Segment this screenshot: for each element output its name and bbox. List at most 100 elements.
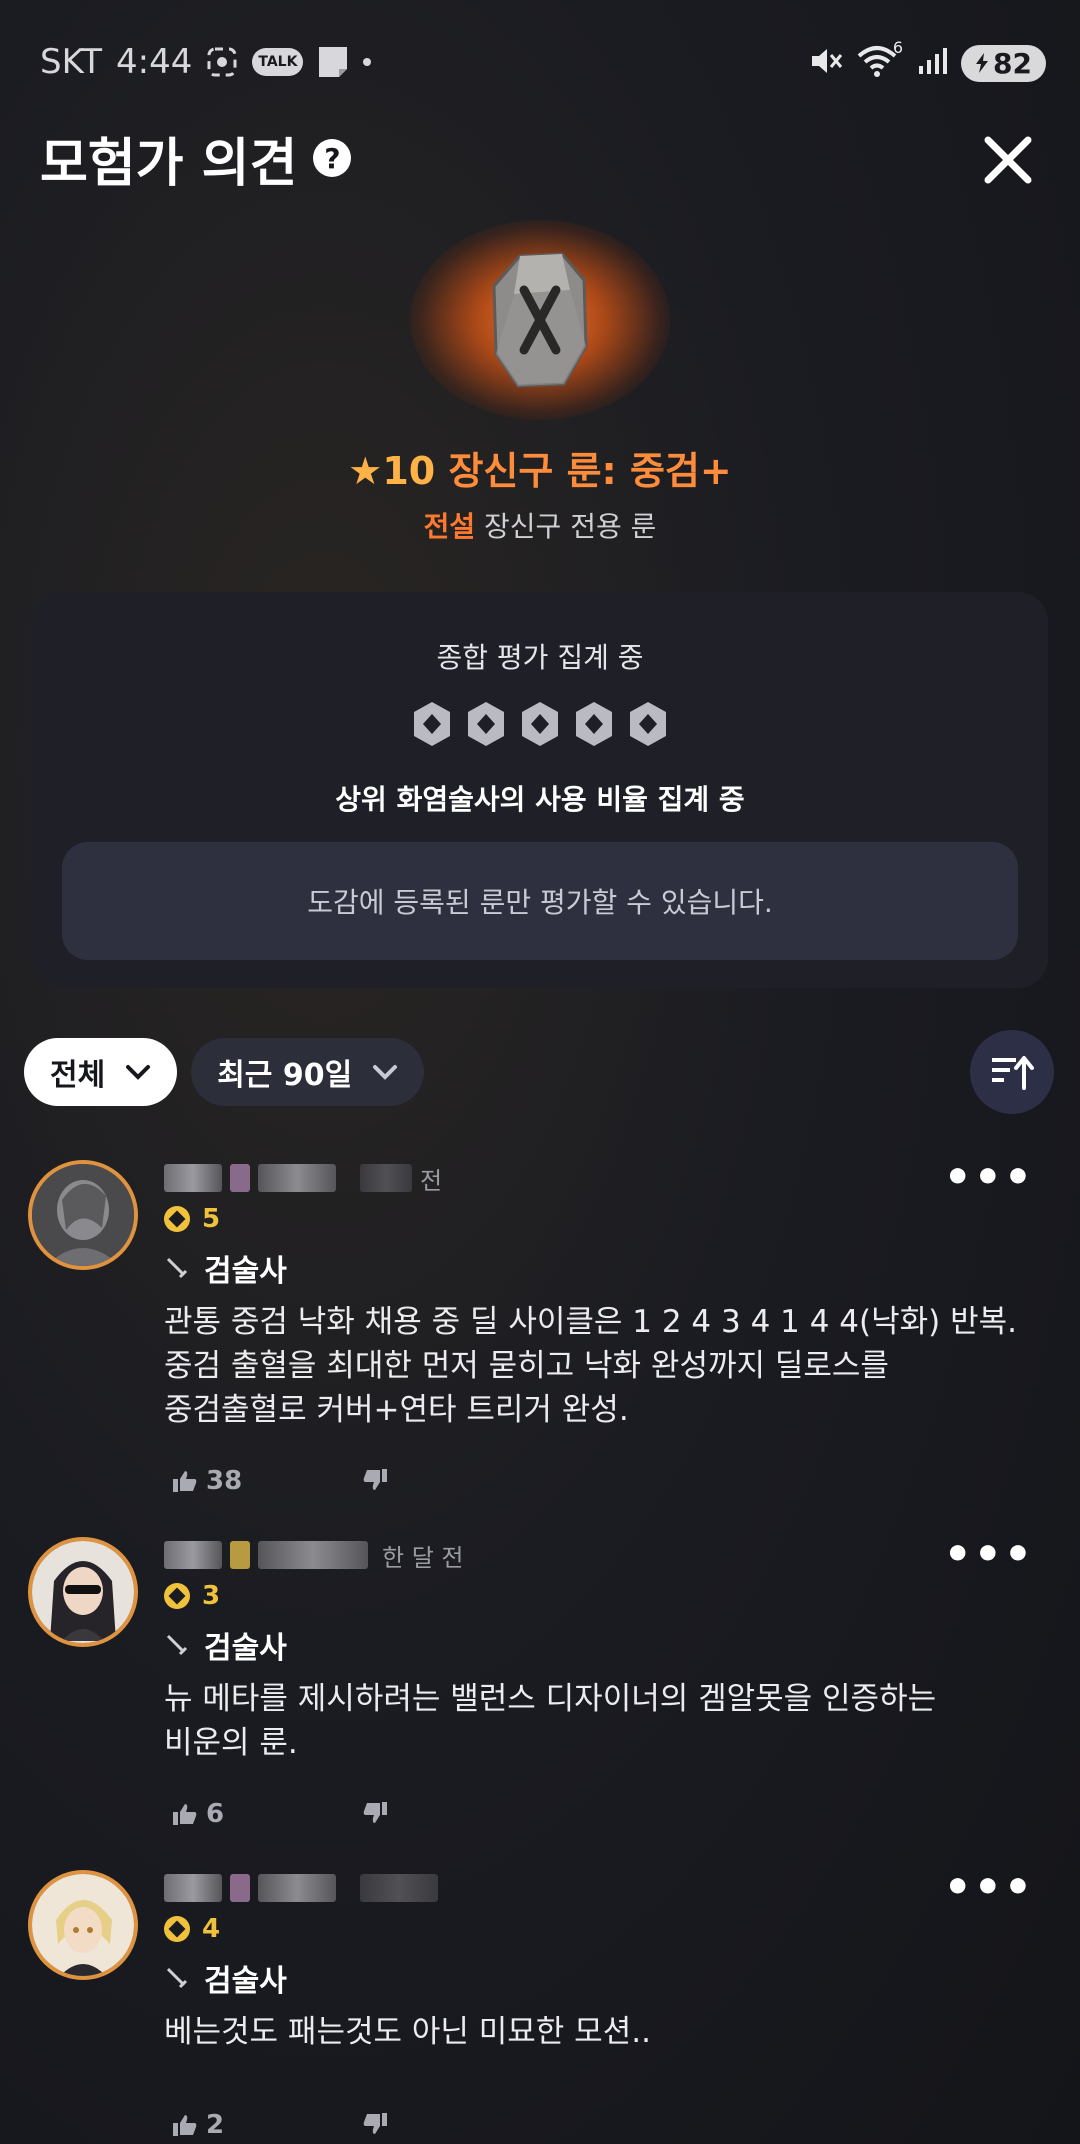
thumbs-down-icon bbox=[363, 1802, 387, 1823]
close-button[interactable] bbox=[980, 132, 1036, 188]
rating-hex-icon bbox=[630, 702, 666, 746]
comment-text: 베는것도 패는것도 아닌 미묘한 모션.. bbox=[164, 2014, 651, 2050]
class-label: 검술사 bbox=[204, 1254, 287, 1289]
like-count: 2 bbox=[206, 2110, 225, 2140]
thumbs-up-icon bbox=[173, 2115, 197, 2136]
item-subtitle: 전설 장신구 전용 룬 bbox=[0, 505, 1080, 545]
level-icon bbox=[164, 1583, 190, 1609]
filter-bar: 전체 최근 90일 bbox=[24, 1038, 425, 1106]
dislike-button[interactable] bbox=[362, 2112, 388, 2136]
status-left: SKT 4:44 TALK bbox=[40, 42, 372, 82]
user-level: 3 bbox=[164, 1581, 220, 1611]
close-icon bbox=[984, 136, 1032, 184]
item-description: 장신구 전용 룬 bbox=[484, 510, 657, 543]
item-name: ★10 장신구 룬: 중검+ bbox=[0, 440, 1080, 495]
page-title: 모험가 의견 bbox=[40, 133, 298, 194]
sort-button[interactable] bbox=[970, 1030, 1054, 1114]
sort-icon bbox=[992, 1056, 1034, 1090]
username-blurred bbox=[164, 1164, 222, 1192]
date-blurred bbox=[360, 1164, 412, 1192]
comment-time: 한 달 전 bbox=[382, 1543, 464, 1572]
date-blurred bbox=[360, 1874, 438, 1902]
filter-period-dropdown[interactable]: 최근 90일 bbox=[191, 1038, 425, 1106]
comment-text: 관통 중검 낙화 채용 중 딜 사이클은 1 2 4 3 4 1 4 4(낙화)… bbox=[164, 1304, 1017, 1428]
item-rarity: 전설 bbox=[423, 510, 476, 543]
carrier-label: SKT bbox=[40, 42, 103, 82]
level-value: 4 bbox=[202, 1914, 221, 1944]
class-label: 검술사 bbox=[204, 1964, 287, 1999]
rating-hex-icon bbox=[522, 702, 558, 746]
item-grade: 10 bbox=[382, 449, 436, 493]
level-value: 3 bbox=[202, 1581, 221, 1611]
charging-bolt-icon bbox=[976, 53, 989, 73]
like-button[interactable]: 2 bbox=[172, 2110, 224, 2140]
clock: 4:44 bbox=[116, 42, 193, 82]
more-options-button[interactable]: ••• bbox=[944, 1866, 1034, 1910]
avatar[interactable] bbox=[28, 1160, 138, 1270]
like-count: 6 bbox=[206, 1799, 225, 1829]
signal-icon bbox=[917, 46, 948, 80]
filter-all-dropdown[interactable]: 전체 bbox=[24, 1038, 178, 1106]
page-header: 모험가 의견 ? bbox=[40, 128, 352, 194]
like-button[interactable]: 38 bbox=[172, 1466, 242, 1496]
sword-icon bbox=[166, 1967, 188, 1989]
avatar[interactable] bbox=[28, 1870, 138, 1980]
dislike-button[interactable] bbox=[362, 1468, 388, 1492]
like-count: 38 bbox=[206, 1466, 243, 1496]
sword-icon bbox=[166, 1634, 188, 1656]
status-right: 6 82 bbox=[809, 38, 1046, 82]
sword-icon bbox=[166, 1257, 188, 1279]
help-icon[interactable]: ? bbox=[313, 139, 352, 177]
chevron-down-icon bbox=[373, 1065, 398, 1080]
server-blurred bbox=[258, 1164, 336, 1192]
evaluation-card: 종합 평가 집계 중 상위 화염술사의 사용 비율 집계 중 도감에 등록된 룬… bbox=[32, 592, 1048, 988]
rating-placeholder bbox=[32, 700, 1048, 748]
guild-badge-blurred bbox=[230, 1874, 250, 1902]
wifi-icon: 6 bbox=[857, 38, 903, 82]
kakaotalk-icon: TALK bbox=[252, 48, 304, 76]
battery-level: 82 bbox=[993, 46, 1032, 80]
evaluation-notice: 도감에 등록된 룬만 평가할 수 있습니다. bbox=[62, 842, 1018, 960]
comment-meta bbox=[164, 1870, 438, 1906]
username-blurred bbox=[164, 1874, 222, 1902]
rune-image bbox=[395, 220, 685, 420]
username-blurred bbox=[164, 1541, 222, 1569]
evaluation-subtitle: 상위 화염술사의 사용 비율 집계 중 bbox=[335, 783, 745, 816]
mute-icon bbox=[809, 45, 843, 81]
screenshot-icon bbox=[206, 46, 238, 78]
level-value: 5 bbox=[202, 1204, 221, 1234]
filter-all-label: 전체 bbox=[50, 1058, 106, 1093]
rune-stone-icon bbox=[492, 252, 588, 388]
like-button[interactable]: 6 bbox=[172, 1799, 224, 1829]
wifi-badge: 6 bbox=[892, 38, 904, 57]
thumbs-down-icon bbox=[363, 1469, 387, 1490]
note-icon bbox=[317, 45, 349, 79]
filter-period-label: 최근 90일 bbox=[217, 1058, 353, 1093]
thumbs-down-icon bbox=[363, 2113, 387, 2134]
level-icon bbox=[164, 1206, 190, 1232]
class-label: 검술사 bbox=[204, 1631, 287, 1666]
comment-meta: 전 bbox=[164, 1160, 442, 1196]
star-icon: ★ bbox=[348, 449, 383, 493]
evaluation-title: 종합 평가 집계 중 bbox=[436, 641, 644, 674]
rating-hex-icon bbox=[576, 702, 612, 746]
avatar[interactable] bbox=[28, 1537, 138, 1647]
dislike-button[interactable] bbox=[362, 1801, 388, 1825]
comment-meta: 한 달 전 bbox=[164, 1537, 464, 1573]
status-bar: SKT 4:44 TALK 6 82 bbox=[0, 0, 1080, 130]
thumbs-up-icon bbox=[173, 1804, 197, 1825]
item-title: 장신구 룬: 중검+ bbox=[448, 449, 732, 493]
battery-indicator: 82 bbox=[961, 44, 1046, 82]
more-options-button[interactable]: ••• bbox=[944, 1533, 1034, 1577]
comment-time: 전 bbox=[420, 1166, 443, 1195]
user-level: 4 bbox=[164, 1914, 220, 1944]
more-options-button[interactable]: ••• bbox=[944, 1156, 1034, 1200]
user-class: 검술사 bbox=[164, 1623, 287, 1667]
user-level: 5 bbox=[164, 1204, 220, 1234]
user-class: 검술사 bbox=[164, 1956, 287, 2000]
guild-badge-blurred bbox=[230, 1541, 250, 1569]
server-blurred bbox=[258, 1874, 336, 1902]
level-icon bbox=[164, 1916, 190, 1942]
rating-hex-icon bbox=[414, 702, 450, 746]
thumbs-up-icon bbox=[173, 1471, 197, 1492]
